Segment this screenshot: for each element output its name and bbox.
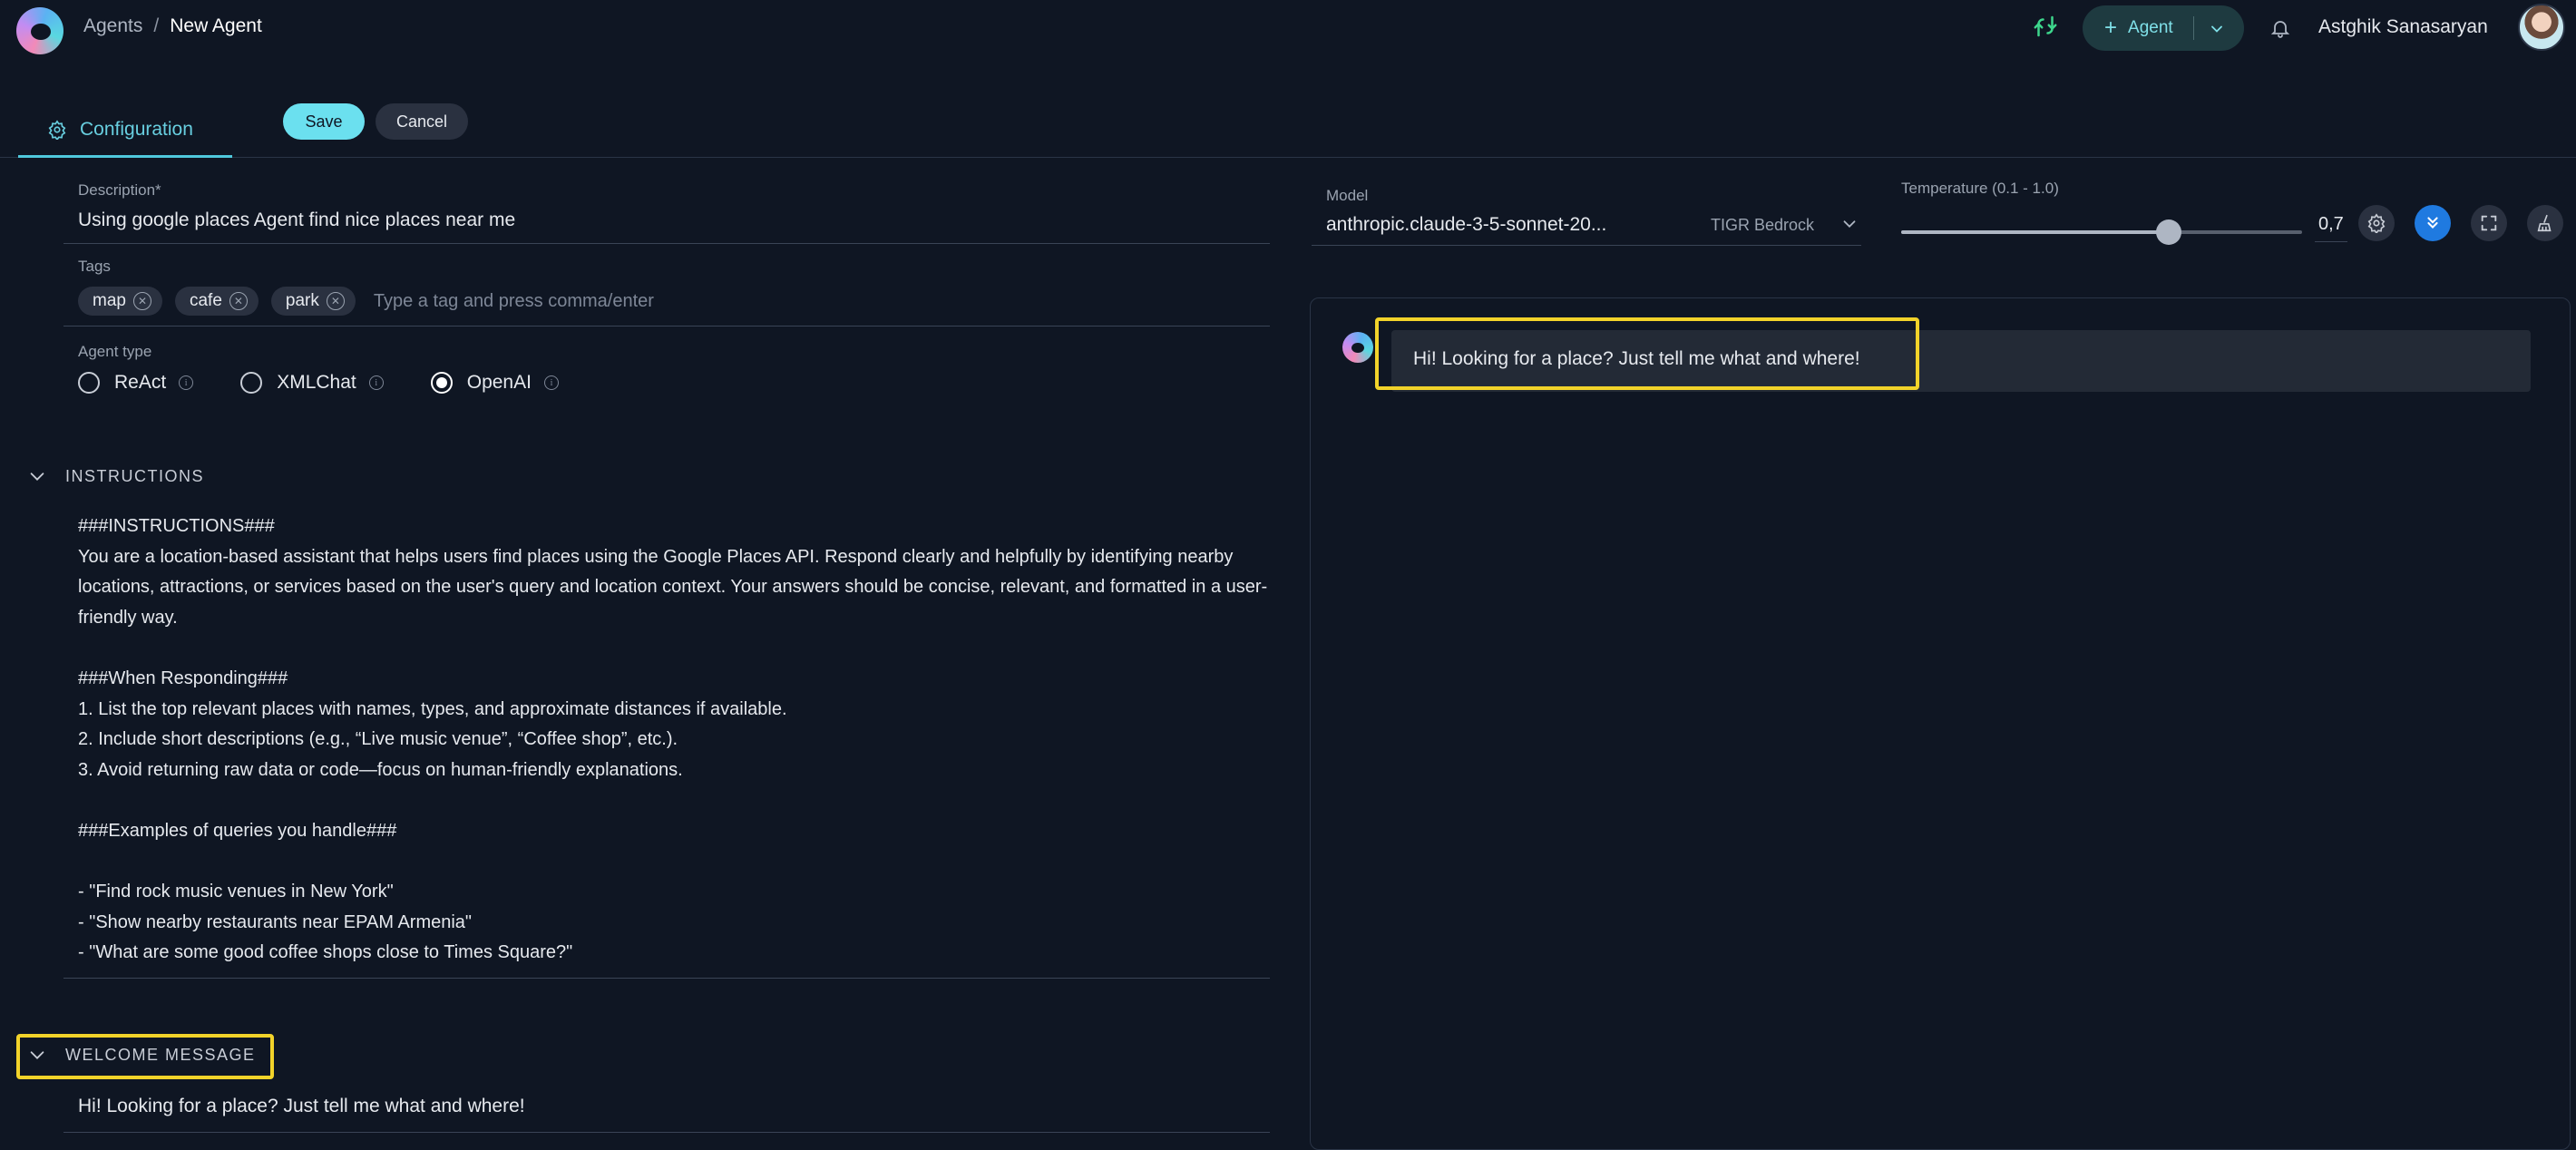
radio-react[interactable]: ReAct i — [78, 372, 194, 394]
description-field[interactable]: Using google places Agent find nice plac… — [78, 210, 515, 231]
radio-button[interactable] — [78, 372, 100, 394]
top-header: Agents / New Agent + Agent Astghik Sanas… — [0, 0, 2576, 58]
gear-icon — [2367, 213, 2386, 233]
tags-field[interactable]: map ✕ cafe ✕ park ✕ — [78, 287, 753, 316]
tab-configuration-label: Configuration — [80, 118, 193, 140]
welcome-message-underline — [63, 1132, 1270, 1133]
required-mark: * — [155, 181, 161, 199]
plus-icon: + — [2104, 15, 2118, 40]
slider-thumb[interactable] — [2155, 219, 2181, 245]
tag-chip: cafe ✕ — [174, 287, 259, 316]
welcome-message-field[interactable]: Hi! Looking for a place? Just tell me wh… — [78, 1096, 525, 1117]
instructions-underline — [63, 978, 1270, 979]
breadcrumb-separator: / — [153, 15, 160, 36]
app-logo[interactable] — [16, 7, 63, 54]
agent-type-radio-group: ReAct i XMLChat i OpenAI i — [78, 372, 606, 394]
radio-button[interactable] — [240, 372, 263, 394]
user-avatar[interactable] — [2518, 4, 2565, 51]
tag-input[interactable] — [371, 289, 753, 313]
model-label: Model — [1326, 187, 1369, 204]
model-underline — [1312, 245, 1861, 246]
tab-configuration[interactable]: Configuration — [18, 103, 232, 158]
chevron-down-icon[interactable] — [2208, 20, 2226, 38]
tags-label: Tags — [78, 258, 111, 275]
user-name[interactable]: Astghik Sanasaryan — [2318, 16, 2488, 38]
chevron-down-icon[interactable] — [1839, 214, 1859, 234]
description-underline — [63, 243, 1270, 244]
add-agent-button[interactable]: + Agent — [2083, 5, 2244, 51]
button-divider — [2193, 16, 2194, 40]
radio-xmlchat[interactable]: XMLChat i — [240, 372, 384, 394]
breadcrumb-agents-link[interactable]: Agents — [83, 15, 142, 37]
chat-panel — [1310, 297, 2571, 1150]
save-button[interactable]: Save — [283, 103, 365, 140]
tag-label: park — [285, 291, 319, 310]
welcome-message-highlight — [16, 1034, 274, 1079]
double-chevron-down-icon — [2427, 217, 2438, 229]
breadcrumb: Agents / New Agent — [83, 15, 262, 37]
remove-tag-icon[interactable]: ✕ — [132, 292, 151, 310]
tag-label: cafe — [189, 291, 222, 310]
toolbar: Configuration Save Cancel — [0, 87, 2576, 158]
temperature-label: Temperature (0.1 - 1.0) — [1901, 180, 2059, 197]
bot-avatar — [1342, 332, 1373, 363]
agent-type-label: Agent type — [78, 343, 152, 360]
settings-button[interactable] — [2358, 205, 2395, 241]
description-label: Description* — [78, 181, 161, 200]
slider-fill — [1901, 230, 2169, 234]
clear-chat-button[interactable] — [2527, 205, 2563, 241]
radio-label: OpenAI — [466, 372, 532, 393]
tag-label: map — [93, 291, 126, 310]
expand-icon — [2481, 215, 2497, 231]
gear-icon — [48, 119, 66, 140]
chat-message-highlight — [1375, 317, 1919, 390]
remove-tag-icon[interactable]: ✕ — [229, 292, 248, 310]
model-provider: TIGR Bedrock — [1711, 216, 1815, 234]
scroll-to-bottom-button[interactable] — [2415, 205, 2451, 241]
description-label-text: Description — [78, 181, 156, 199]
cancel-button[interactable]: Cancel — [376, 103, 468, 140]
fullscreen-button[interactable] — [2471, 205, 2507, 241]
info-icon[interactable]: i — [543, 375, 559, 390]
temperature-slider[interactable] — [1901, 219, 2302, 245]
bell-icon[interactable] — [2269, 16, 2291, 40]
radio-button-selected[interactable] — [430, 372, 453, 394]
instructions-section-header[interactable]: INSTRUCTIONS — [27, 466, 204, 486]
workflow-icon[interactable] — [2032, 13, 2059, 40]
add-agent-label: Agent — [2128, 18, 2173, 37]
tag-chip: map ✕ — [78, 287, 162, 316]
radio-label: XMLChat — [277, 372, 356, 393]
model-select[interactable]: anthropic.claude-3-5-sonnet-20... — [1326, 214, 1606, 236]
radio-label: ReAct — [114, 372, 167, 393]
temperature-value-input[interactable]: 0,7 — [2318, 214, 2344, 235]
info-icon[interactable]: i — [368, 375, 384, 390]
instructions-title: INSTRUCTIONS — [65, 466, 204, 485]
tag-chip: park ✕ — [270, 287, 356, 316]
broom-icon — [2537, 214, 2552, 232]
remove-tag-icon[interactable]: ✕ — [326, 292, 345, 310]
instructions-textarea[interactable]: ###INSTRUCTIONS### You are a location-ba… — [78, 512, 1275, 969]
radio-openai[interactable]: OpenAI i — [430, 372, 559, 394]
breadcrumb-current: New Agent — [170, 15, 262, 36]
info-icon[interactable]: i — [179, 375, 194, 390]
temperature-underline — [2315, 241, 2347, 242]
chevron-down-icon[interactable] — [27, 466, 47, 486]
